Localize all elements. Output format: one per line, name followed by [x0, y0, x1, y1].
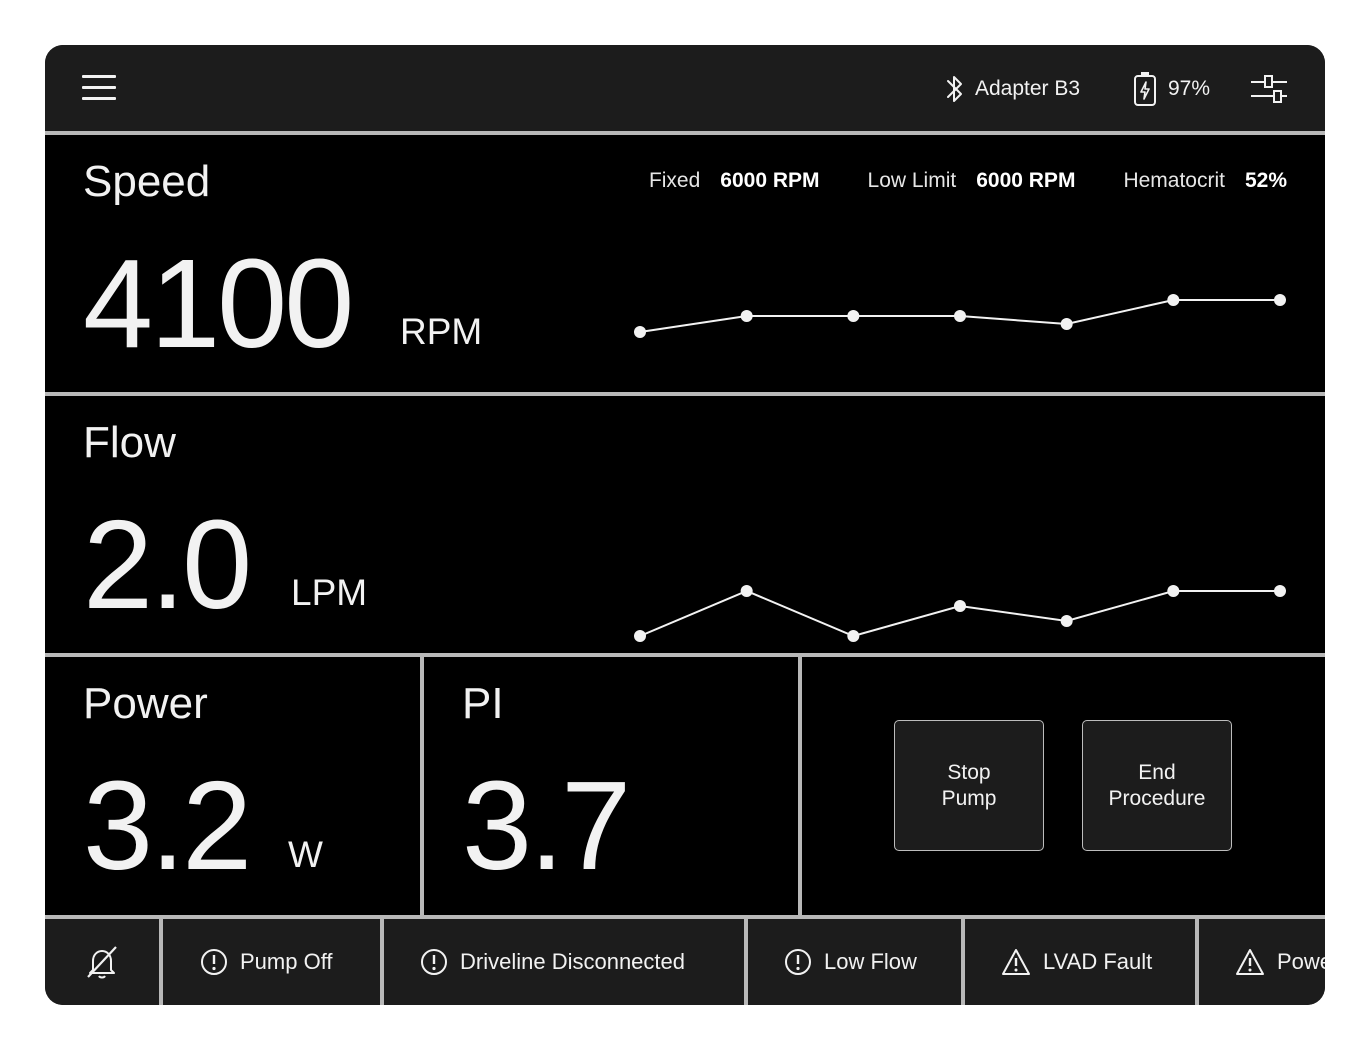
speed-trend-point	[847, 310, 860, 322]
warning-triangle-icon	[1236, 949, 1264, 975]
battery-charging-icon	[1134, 72, 1156, 106]
fixed-label: Fixed	[648, 169, 701, 192]
end-procedure-label: End Procedure	[1108, 760, 1206, 810]
divider	[798, 657, 802, 915]
hematocrit-value: 52%	[1244, 169, 1287, 192]
flow-unit: LPM	[291, 572, 368, 613]
bluetooth-adapter-status[interactable]: Adapter B3	[943, 73, 1080, 105]
flow-trend-line	[639, 589, 1280, 638]
alarm-power[interactable]: Power	[1235, 919, 1325, 1005]
divider	[420, 657, 424, 915]
pi-title: PI	[462, 679, 504, 728]
flow-panel: Flow 2.0 LPM	[45, 396, 1325, 653]
battery-status[interactable]: 97%	[1133, 72, 1211, 106]
speed-trend-point	[954, 310, 966, 322]
sliders-settings-icon[interactable]	[1250, 72, 1288, 106]
flow-trend-point	[740, 585, 753, 597]
divider	[744, 919, 748, 1005]
alarm-lvad-fault[interactable]: LVAD Fault	[1001, 919, 1152, 1005]
alarm-label: Driveline Disconnected	[460, 949, 685, 974]
low-limit-label: Low Limit	[867, 169, 957, 192]
alarm-silenced-bell-icon	[87, 946, 117, 979]
speed-unit: RPM	[400, 311, 483, 352]
lvad-monitor-screen: Adapter B3 97% Speed Fixed 6000 RPM Low …	[45, 45, 1325, 1005]
alarm-label: LVAD Fault	[1043, 949, 1153, 974]
speed-trend-point	[1274, 294, 1286, 306]
flow-title: Flow	[83, 418, 176, 467]
stop-pump-label: Stop Pump	[941, 760, 997, 810]
alarm-label: Low Flow	[824, 949, 917, 974]
warning-triangle-icon	[1002, 949, 1030, 975]
flow-trend-point	[1274, 585, 1286, 597]
exclamation-circle-icon	[785, 949, 811, 975]
adapter-label: Adapter B3	[975, 77, 1081, 100]
alarm-label: Power	[1277, 949, 1325, 974]
battery-percent: 97%	[1168, 77, 1211, 100]
divider	[961, 919, 965, 1005]
end-procedure-button[interactable]: End Procedure	[1082, 720, 1232, 851]
speed-trend-point	[1167, 294, 1180, 306]
speed-panel: Speed Fixed 6000 RPM Low Limit 6000 RPM …	[45, 135, 1325, 392]
top-bar: Adapter B3 97%	[45, 45, 1325, 131]
speed-value: 4100	[83, 233, 354, 374]
divider	[1195, 919, 1199, 1005]
flow-value: 2.0	[83, 494, 252, 635]
divider	[159, 919, 163, 1005]
hamburger-menu-icon[interactable]	[82, 75, 116, 101]
alarm-low-flow[interactable]: Low Flow	[784, 919, 917, 1005]
alarm-bar: Pump Off Driveline Disconnected Low Flow…	[45, 919, 1325, 1005]
exclamation-circle-icon	[201, 949, 227, 975]
flow-trend-point	[1167, 585, 1180, 597]
fixed-value: 6000 RPM	[720, 169, 820, 192]
divider	[380, 919, 384, 1005]
power-value: 3.2	[83, 755, 252, 896]
hematocrit-label: Hematocrit	[1123, 169, 1225, 192]
speed-title: Speed	[83, 157, 211, 206]
power-unit: W	[288, 834, 323, 875]
flow-trend-point	[634, 630, 646, 642]
bluetooth-icon	[947, 76, 962, 102]
speed-trend-chart	[634, 294, 1286, 338]
speed-trend-point	[634, 326, 646, 338]
alarm-driveline-disconnected[interactable]: Driveline Disconnected	[420, 919, 685, 1005]
stop-pump-button[interactable]: Stop Pump	[894, 720, 1044, 851]
alarm-label: Pump Off	[240, 949, 333, 974]
low-limit-value: 6000 RPM	[976, 169, 1076, 192]
speed-trend-point	[1060, 318, 1073, 330]
silence-alarm-button[interactable]	[45, 919, 159, 1005]
speed-settings: Fixed 6000 RPM Low Limit 6000 RPM Hemato…	[649, 169, 1287, 193]
flow-trend-point	[954, 600, 966, 612]
power-title: Power	[83, 679, 208, 728]
exclamation-circle-icon	[421, 949, 447, 975]
pi-value: 3.7	[462, 755, 631, 896]
speed-trend-point	[740, 310, 753, 322]
flow-trend-point	[1060, 615, 1073, 627]
alarm-pump-off[interactable]: Pump Off	[200, 919, 333, 1005]
flow-trend-point	[847, 630, 860, 642]
